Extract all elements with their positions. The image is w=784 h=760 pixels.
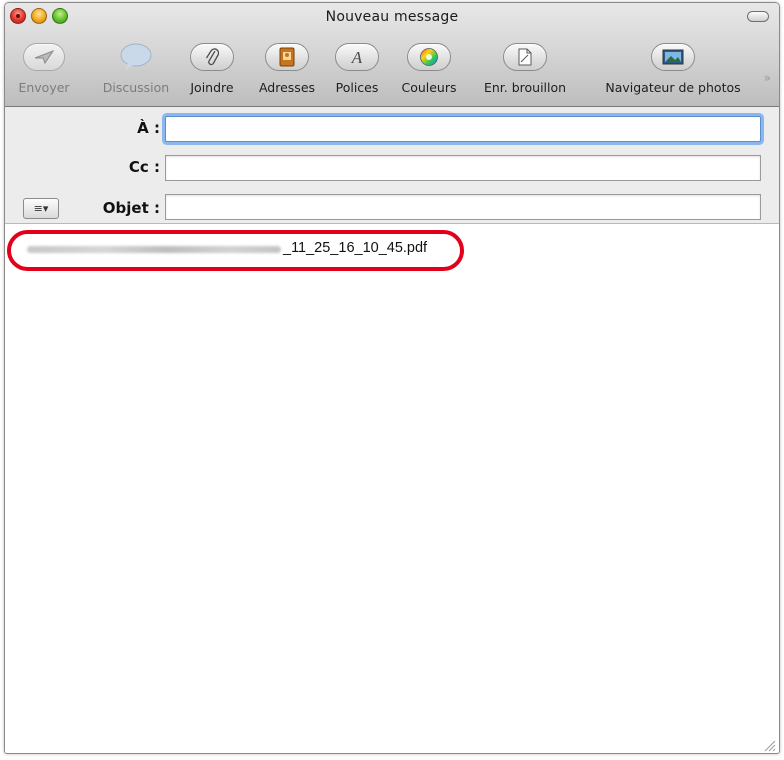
paper-plane-icon: [34, 49, 55, 65]
cc-label: Cc :: [128, 158, 160, 176]
save-draft-button-shape: [503, 43, 547, 71]
toolbar-toggle-button[interactable]: [747, 11, 769, 22]
highlight-annotation-ring: [7, 230, 464, 271]
fonts-button-shape: A: [335, 43, 379, 71]
chat-label: Discussion: [102, 80, 170, 95]
attach-button-shape: [190, 43, 234, 71]
chat-button[interactable]: Discussion: [93, 33, 179, 103]
attach-button[interactable]: Joindre: [183, 33, 241, 103]
toolbar-overflow-button[interactable]: »: [764, 71, 771, 85]
addresses-button-shape: [265, 43, 309, 71]
titlebar: Nouveau message: [5, 3, 779, 31]
draft-document-icon: [518, 48, 532, 66]
header-fields: À : Cc : ≡▾ Objet :: [5, 107, 779, 224]
subject-input[interactable]: [165, 194, 761, 220]
subject-label: Objet :: [102, 199, 160, 217]
send-label: Envoyer: [18, 80, 70, 95]
colors-button[interactable]: Couleurs: [395, 33, 463, 103]
header-options-menu[interactable]: ≡▾: [23, 198, 59, 219]
send-button[interactable]: Envoyer: [7, 33, 81, 103]
chat-button-shape: [119, 43, 153, 71]
compose-window: Nouveau message Envoyer Discussion Joind…: [4, 2, 780, 754]
color-wheel-icon: [420, 48, 438, 66]
to-input[interactable]: [165, 116, 761, 142]
fonts-label: Polices: [335, 80, 379, 95]
speech-bubble-icon: [120, 43, 152, 70]
addresses-button[interactable]: Adresses: [253, 33, 321, 103]
window-title: Nouveau message: [325, 9, 459, 25]
address-book-icon: [279, 47, 295, 67]
message-body[interactable]: _11_25_16_10_45.pdf: [5, 225, 779, 753]
svg-text:A: A: [351, 48, 363, 66]
paperclip-icon: [205, 48, 219, 66]
photo-browser-label: Navigateur de photos: [605, 80, 741, 95]
save-draft-label: Enr. brouillon: [483, 80, 567, 95]
photo-browser-button-shape: [651, 43, 695, 71]
colors-button-shape: [407, 43, 451, 71]
save-draft-button[interactable]: Enr. brouillon: [475, 33, 575, 103]
toolbar: Envoyer Discussion Joindre Adresses A Po…: [5, 33, 779, 103]
cc-input[interactable]: [165, 155, 761, 181]
addresses-label: Adresses: [258, 80, 316, 95]
photo-browser-button[interactable]: Navigateur de photos: [593, 33, 753, 103]
window-chrome: Nouveau message Envoyer Discussion Joind…: [5, 3, 779, 107]
font-letter-a-icon: A: [351, 48, 363, 66]
colors-label: Couleurs: [401, 80, 457, 95]
to-label: À :: [137, 119, 160, 137]
attach-label: Joindre: [190, 80, 234, 95]
resize-grip-icon[interactable]: [762, 738, 776, 752]
photo-browser-icon: [662, 49, 684, 65]
fonts-button[interactable]: A Polices: [329, 33, 385, 103]
send-button-shape: [23, 43, 65, 71]
